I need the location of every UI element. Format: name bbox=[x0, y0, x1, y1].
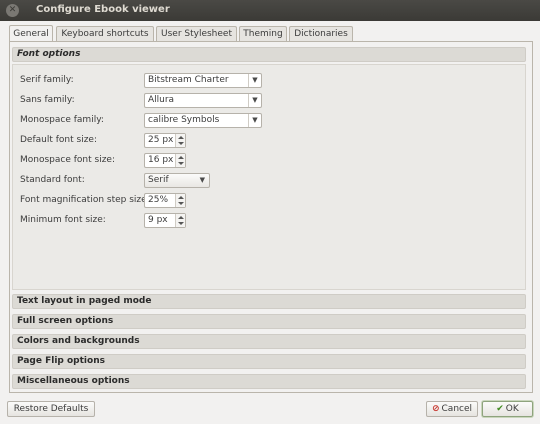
default-font-size-spinbox[interactable]: 25 px bbox=[144, 133, 186, 148]
minimum-font-size-label: Minimum font size: bbox=[20, 215, 106, 225]
spinner-buttons[interactable] bbox=[175, 194, 185, 207]
sans-family-combo[interactable]: Allura ▼ bbox=[144, 93, 262, 108]
arrow-down-icon[interactable] bbox=[178, 222, 184, 225]
default-font-size-value: 25 px bbox=[148, 135, 174, 145]
monospace-font-size-spinbox[interactable]: 16 px bbox=[144, 153, 186, 168]
arrow-down-icon[interactable] bbox=[178, 162, 184, 165]
monospace-family-combo[interactable]: calibre Symbols ▼ bbox=[144, 113, 262, 128]
monospace-font-size-label: Monospace font size: bbox=[20, 155, 115, 165]
serif-family-value: Bitstream Charter bbox=[148, 75, 229, 85]
font-magnification-step-label: Font magnification step size: bbox=[20, 195, 150, 205]
tab-theming[interactable]: Theming bbox=[239, 26, 287, 42]
sans-family-label: Sans family: bbox=[20, 95, 75, 105]
chevron-down-icon: ▼ bbox=[248, 94, 261, 107]
chevron-down-icon: ▼ bbox=[199, 176, 205, 184]
sans-family-value: Allura bbox=[148, 95, 175, 105]
arrow-down-icon[interactable] bbox=[178, 142, 184, 145]
restore-defaults-label: Restore Defaults bbox=[13, 404, 89, 414]
monospace-family-value: calibre Symbols bbox=[148, 115, 220, 125]
spinner-buttons[interactable] bbox=[175, 214, 185, 227]
section-page-flip[interactable]: Page Flip options bbox=[12, 354, 526, 369]
window-title: Configure Ebook viewer bbox=[36, 4, 170, 15]
restore-defaults-button[interactable]: Restore Defaults bbox=[7, 401, 95, 417]
tab-user-stylesheet[interactable]: User Stylesheet bbox=[156, 26, 237, 42]
serif-family-label: Serif family: bbox=[20, 75, 74, 85]
section-misc[interactable]: Miscellaneous options bbox=[12, 374, 526, 389]
minimum-font-size-value: 9 px bbox=[148, 215, 168, 225]
arrow-up-icon[interactable] bbox=[178, 216, 184, 219]
section-text-layout[interactable]: Text layout in paged mode bbox=[12, 294, 526, 309]
standard-font-combo[interactable]: Serif ▼ bbox=[144, 173, 210, 188]
tab-keyboard-shortcuts[interactable]: Keyboard shortcuts bbox=[56, 26, 154, 42]
close-icon[interactable]: ✕ bbox=[6, 4, 19, 17]
chevron-down-icon: ▼ bbox=[248, 114, 261, 127]
spinner-buttons[interactable] bbox=[175, 134, 185, 147]
arrow-up-icon[interactable] bbox=[178, 196, 184, 199]
monospace-family-label: Monospace family: bbox=[20, 115, 104, 125]
ok-button[interactable]: ✔ OK bbox=[482, 401, 533, 417]
cancel-button[interactable]: ⊘ Cancel bbox=[426, 401, 478, 417]
tab-general[interactable]: General bbox=[9, 25, 53, 42]
chevron-down-icon: ▼ bbox=[248, 74, 261, 87]
default-font-size-label: Default font size: bbox=[20, 135, 97, 145]
minimum-font-size-spinbox[interactable]: 9 px bbox=[144, 213, 186, 228]
checkmark-icon: ✔ bbox=[496, 404, 504, 414]
ok-label: OK bbox=[505, 404, 519, 414]
spinner-buttons[interactable] bbox=[175, 154, 185, 167]
font-magnification-step-value: 25% bbox=[148, 195, 169, 205]
font-options-body bbox=[12, 64, 526, 290]
standard-font-value: Serif bbox=[148, 175, 169, 185]
section-colors[interactable]: Colors and backgrounds bbox=[12, 334, 526, 349]
window-titlebar: ✕ Configure Ebook viewer bbox=[0, 0, 540, 21]
tab-dictionaries[interactable]: Dictionaries bbox=[289, 26, 353, 42]
section-full-screen[interactable]: Full screen options bbox=[12, 314, 526, 329]
arrow-up-icon[interactable] bbox=[178, 156, 184, 159]
arrow-up-icon[interactable] bbox=[178, 136, 184, 139]
font-magnification-step-spinbox[interactable]: 25% bbox=[144, 193, 186, 208]
cancel-label: Cancel bbox=[441, 404, 473, 414]
standard-font-label: Standard font: bbox=[20, 175, 85, 185]
arrow-down-icon[interactable] bbox=[178, 202, 184, 205]
section-font-options[interactable]: Font options bbox=[12, 47, 526, 62]
serif-family-combo[interactable]: Bitstream Charter ▼ bbox=[144, 73, 262, 88]
monospace-font-size-value: 16 px bbox=[148, 155, 174, 165]
cancel-icon: ⊘ bbox=[431, 404, 440, 414]
